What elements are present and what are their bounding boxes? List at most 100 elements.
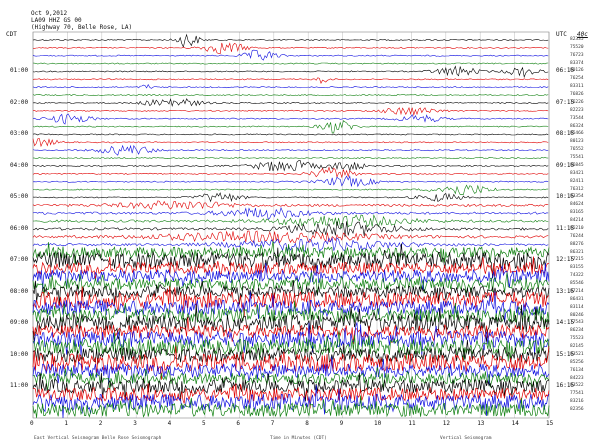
- trace-count-label: 77543: [570, 320, 584, 326]
- trace-count-label: 76312: [570, 186, 584, 192]
- seismic-trace: [32, 166, 549, 179]
- minute-tick-label: 5: [202, 420, 206, 427]
- seismic-trace: [32, 192, 549, 203]
- trace-count-label: 80123: [570, 139, 584, 145]
- trace-count-label: 86431: [570, 296, 584, 302]
- trace-count-label: 76134: [570, 367, 584, 373]
- trace-count-label: 84624: [570, 202, 584, 208]
- seismic-trace: [32, 49, 549, 61]
- seismic-trace: [32, 157, 549, 160]
- trace-count-label: 86321: [570, 249, 584, 255]
- seismic-trace: [32, 94, 549, 97]
- minute-tick-label: 10: [374, 420, 382, 427]
- trace-count-label: 82145: [570, 344, 584, 350]
- seismic-trace: [32, 98, 549, 108]
- left-time-label: 01:00: [10, 67, 29, 75]
- minute-tick-label: 1: [64, 420, 69, 427]
- trace-count-label: 77215: [570, 257, 584, 263]
- left-time-label: 06:00: [10, 224, 29, 232]
- seismic-trace: [32, 107, 549, 117]
- seismic-trace: [32, 65, 549, 79]
- seismic-trace: [32, 339, 550, 367]
- left-time-label: 08:00: [10, 287, 29, 295]
- trace-count-label: 83155: [570, 265, 584, 271]
- trace-count-label: 86845: [570, 162, 584, 168]
- seismic-trace: [32, 62, 549, 65]
- seismic-trace: [32, 206, 549, 220]
- trace-count-label: 85210: [570, 225, 584, 231]
- minute-tick-label: 12: [442, 420, 451, 427]
- trace-count-label: 86234: [570, 328, 584, 334]
- seismic-trace: [32, 133, 549, 136]
- trace-count-label: 75523: [570, 336, 584, 342]
- trace-count-label: 85546: [570, 281, 584, 287]
- trace-count-label: 86324: [570, 123, 584, 129]
- seismic-trace: [32, 33, 549, 49]
- trace-count-label: 84214: [570, 218, 584, 224]
- trace-count-label: 83421: [570, 170, 584, 176]
- trace-count-label: 83311: [570, 84, 584, 90]
- trace-count-label: 83216: [570, 399, 584, 405]
- footer-right-caption: Vertical Seismogram: [440, 436, 492, 441]
- trace-count-label: 76244: [570, 233, 584, 239]
- seismic-trace: [32, 77, 549, 84]
- left-time-label: 07:00: [10, 256, 29, 264]
- minute-tick-label: 3: [133, 420, 137, 427]
- seismic-trace: [32, 42, 549, 55]
- trace-count-label: 85466: [570, 131, 584, 137]
- trace-count-label: 76723: [570, 52, 584, 58]
- seismic-trace: [32, 230, 549, 244]
- trace-count-label: 83114: [570, 304, 584, 310]
- seismic-trace: [32, 83, 549, 89]
- left-time-label: 02:00: [10, 98, 29, 106]
- seismic-trace: [32, 214, 549, 229]
- seismic-trace: [32, 113, 549, 125]
- seismic-trace: [32, 184, 549, 196]
- trace-count-label: 88276: [570, 241, 584, 247]
- trace-count-label: 83354: [570, 194, 584, 200]
- trace-count-label: 82356: [570, 407, 584, 413]
- minute-tick-label: 13: [477, 420, 485, 427]
- seismic-trace: [32, 200, 549, 210]
- minute-tick-label: 11: [408, 420, 416, 427]
- left-time-label: 11:00: [10, 382, 29, 390]
- trace-count-label: 87214: [570, 288, 584, 294]
- seismic-trace: [32, 221, 549, 238]
- trace-count-label: 74322: [570, 273, 584, 279]
- minute-tick-label: 2: [98, 420, 103, 427]
- seismic-trace: [32, 280, 550, 305]
- minute-tick-label: 14: [511, 420, 519, 427]
- minute-tick-label: 0: [30, 420, 34, 427]
- trace-count-label: 85256: [570, 359, 584, 365]
- minute-tick-label: 9: [339, 420, 344, 427]
- trace-count-label: 80246: [570, 312, 584, 318]
- trace-count-label: 82335: [570, 36, 584, 42]
- seismic-trace: [32, 384, 550, 419]
- minute-tick-label: 8: [305, 420, 309, 427]
- left-time-label: 04:00: [10, 161, 29, 169]
- left-time-label: 09:00: [10, 319, 29, 327]
- trace-count-label: 84223: [570, 375, 584, 381]
- trace-count-label: 82411: [570, 178, 584, 184]
- trace-count-label: 83165: [570, 210, 584, 216]
- seismic-trace: [32, 138, 549, 148]
- seismic-trace: [33, 160, 549, 172]
- trace-count-label: 73544: [570, 115, 584, 121]
- minute-tick-label: 4: [167, 420, 172, 427]
- seismic-trace: [32, 120, 549, 134]
- footer-center-caption: Time in Minutes (CDT): [270, 436, 327, 441]
- trace-count-label: 77541: [570, 391, 584, 397]
- seismic-trace: [32, 175, 549, 188]
- minute-tick-label: 7: [270, 420, 275, 427]
- trace-count-label: 82223: [570, 107, 584, 113]
- left-time-label: 10:00: [10, 350, 29, 358]
- minute-tick-label: 6: [236, 420, 241, 427]
- trace-count-label: 76552: [570, 147, 584, 153]
- minute-tick-label: 15: [546, 420, 554, 427]
- trace-count-label: 75520: [570, 44, 584, 50]
- trace-count-label: 76826: [570, 92, 584, 98]
- trace-count-label: 83522: [570, 383, 584, 389]
- trace-count-label: 83374: [570, 60, 584, 66]
- trace-count-label: 83521: [570, 351, 584, 357]
- seismic-trace: [32, 144, 549, 156]
